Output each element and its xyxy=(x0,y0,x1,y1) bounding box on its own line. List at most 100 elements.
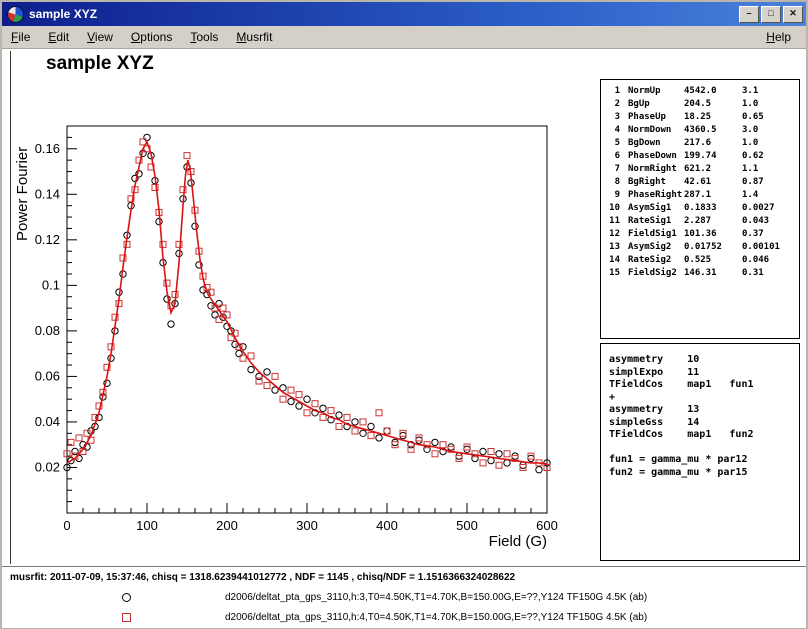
menu-tools[interactable]: Tools xyxy=(181,27,227,48)
param-cell: FieldSig2 xyxy=(628,267,684,280)
y-tick-label: 0.14 xyxy=(35,186,60,201)
param-cell: BgDown xyxy=(628,137,684,150)
parameter-panel: 1NormUp4542.03.12BgUp204.51.03PhaseUp18.… xyxy=(600,79,800,339)
axes: 01002003004005006000.020.040.060.080.10.… xyxy=(14,126,558,550)
param-row: 4NormDown4360.53.0 xyxy=(607,124,797,137)
fourier-plot[interactable]: 01002003004005006000.020.040.060.080.10.… xyxy=(2,49,582,566)
param-cell: 9 xyxy=(607,189,620,202)
maximize-button[interactable]: □ xyxy=(761,6,781,23)
x-tick-label: 200 xyxy=(216,518,238,533)
theory-lines: asymmetry 10simplExpo 11TFieldCos map1 f… xyxy=(609,354,799,479)
menu-view[interactable]: View xyxy=(78,27,122,48)
app-window: sample XYZ –□✕ FileEditViewOptionsToolsM… xyxy=(0,0,808,629)
param-cell: PhaseUp xyxy=(628,111,684,124)
legend-square-icon xyxy=(122,613,131,622)
param-cell: 12 xyxy=(607,228,620,241)
y-tick-label: 0.08 xyxy=(35,323,60,338)
canvas-area[interactable]: sample XYZ 01002003004005006000.020.040.… xyxy=(2,49,806,627)
param-cell: 13 xyxy=(607,241,620,254)
legend-label: d2006/deltat_pta_gps_3110,h:4,T0=4.50K,T… xyxy=(225,612,647,623)
menu-file[interactable]: File xyxy=(2,27,39,48)
param-row: 3PhaseUp18.250.65 xyxy=(607,111,797,124)
theory-line: TFieldCos map1 fun1 xyxy=(609,379,799,392)
param-cell: 0.046 xyxy=(742,254,797,267)
param-cell: FieldSig1 xyxy=(628,228,684,241)
y-tick-label: 0.1 xyxy=(42,277,60,292)
theory-line: + xyxy=(609,392,799,405)
param-cell: 18.25 xyxy=(684,111,742,124)
theory-line: asymmetry 13 xyxy=(609,404,799,417)
series-squares xyxy=(64,139,550,471)
param-cell: NormDown xyxy=(628,124,684,137)
theory-line xyxy=(609,442,799,455)
param-cell: 101.36 xyxy=(684,228,742,241)
param-row: 10AsymSig10.18330.0027 xyxy=(607,202,797,215)
param-cell: 0.525 xyxy=(684,254,742,267)
param-row: 13 AsymSig20.017520.00101 xyxy=(607,241,797,254)
window-controls: –□✕ xyxy=(739,6,803,23)
statusbar: musrfit: 2011-07-09, 15:37:46, chisq = 1… xyxy=(2,566,806,628)
param-cell: NormRight xyxy=(628,163,684,176)
legend: d2006/deltat_pta_gps_3110,h:3,T0=4.50K,T… xyxy=(2,592,806,623)
y-axis-label: Power Fourier xyxy=(14,147,31,241)
param-row: 15FieldSig2146.310.31 xyxy=(607,267,797,280)
param-cell: 3 xyxy=(607,111,620,124)
menu-edit[interactable]: Edit xyxy=(39,27,78,48)
param-cell: 1 xyxy=(607,85,620,98)
param-cell: 4542.0 xyxy=(684,85,742,98)
param-cell: 204.5 xyxy=(684,98,742,111)
param-row: 5BgDown217.61.0 xyxy=(607,137,797,150)
param-cell: 0.01752 xyxy=(684,241,742,254)
param-cell: 146.31 xyxy=(684,267,742,280)
x-tick-label: 100 xyxy=(136,518,158,533)
window-title: sample XYZ xyxy=(29,7,739,21)
param-cell: RateSig1 xyxy=(628,215,684,228)
param-cell: 621.2 xyxy=(684,163,742,176)
param-cell: AsymSig2 xyxy=(628,241,684,254)
param-cell: 10 xyxy=(607,202,620,215)
menu-musrfit[interactable]: Musrfit xyxy=(227,27,281,48)
param-cell: 8 xyxy=(607,176,620,189)
menu-left: FileEditViewOptionsToolsMusrfit xyxy=(2,27,757,48)
x-tick-label: 600 xyxy=(536,518,558,533)
menubar: FileEditViewOptionsToolsMusrfit Help xyxy=(2,26,806,49)
legend-circle-icon xyxy=(122,593,131,602)
x-tick-label: 300 xyxy=(296,518,318,533)
param-row: 7NormRight621.21.1 xyxy=(607,163,797,176)
menu-help[interactable]: Help xyxy=(757,27,800,48)
param-cell: 0.00101 xyxy=(742,241,797,254)
y-tick-label: 0.06 xyxy=(35,368,60,383)
param-cell: PhaseDown xyxy=(628,150,684,163)
close-button[interactable]: ✕ xyxy=(783,6,803,23)
theory-line: TFieldCos map1 fun2 xyxy=(609,429,799,442)
theory-line: simpleGss 14 xyxy=(609,417,799,430)
menu-options[interactable]: Options xyxy=(122,27,181,48)
theory-line: fun2 = gamma_mu * par15 xyxy=(609,467,799,480)
param-cell: 2.287 xyxy=(684,215,742,228)
param-cell: 0.62 xyxy=(742,150,797,163)
param-row: 12FieldSig1101.360.37 xyxy=(607,228,797,241)
param-cell: 3.1 xyxy=(742,85,797,98)
theory-line: asymmetry 10 xyxy=(609,354,799,367)
param-cell: 199.74 xyxy=(684,150,742,163)
param-cell: 11 xyxy=(607,215,620,228)
param-cell: 0.1833 xyxy=(684,202,742,215)
titlebar[interactable]: sample XYZ –□✕ xyxy=(2,2,806,26)
param-cell: 3.0 xyxy=(742,124,797,137)
param-cell: 0.0027 xyxy=(742,202,797,215)
param-cell: 1.0 xyxy=(742,98,797,111)
x-axis-label: Field (G) xyxy=(489,533,547,550)
param-cell: BgRight xyxy=(628,176,684,189)
param-cell: 1.0 xyxy=(742,137,797,150)
theory-line: simplExpo 11 xyxy=(609,367,799,380)
param-row: 8BgRight42.610.87 xyxy=(607,176,797,189)
x-tick-label: 400 xyxy=(376,518,398,533)
param-cell: 217.6 xyxy=(684,137,742,150)
minimize-button[interactable]: – xyxy=(739,6,759,23)
param-cell: BgUp xyxy=(628,98,684,111)
param-cell: NormUp xyxy=(628,85,684,98)
parameter-rows: 1NormUp4542.03.12BgUp204.51.03PhaseUp18.… xyxy=(607,85,797,280)
param-cell: 0.043 xyxy=(742,215,797,228)
param-row: 14RateSig20.5250.046 xyxy=(607,254,797,267)
series-circles xyxy=(64,134,550,473)
